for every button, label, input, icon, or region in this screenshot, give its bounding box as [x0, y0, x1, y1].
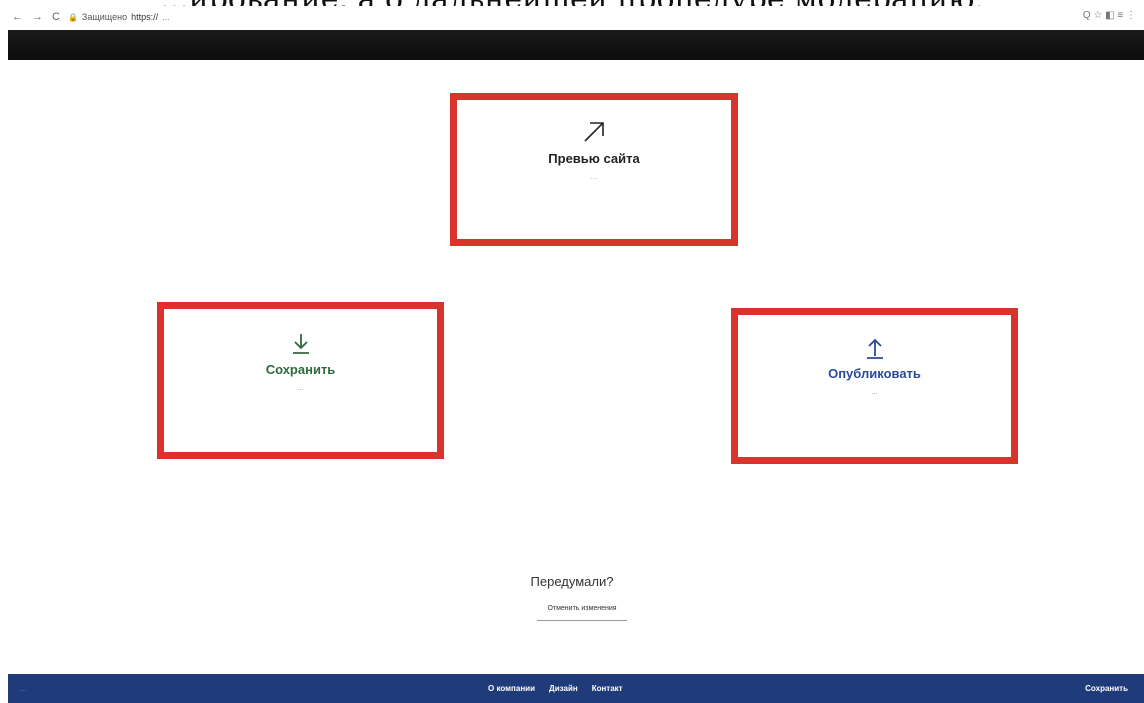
save-card[interactable]: Сохранить ...	[157, 302, 444, 459]
highlight-frame	[731, 308, 1018, 464]
site-header-bar	[8, 30, 1144, 60]
footer-save-button[interactable]: Сохранить	[1085, 684, 1128, 693]
back-icon[interactable]: ←	[12, 11, 23, 23]
url-host: https://	[131, 12, 159, 22]
forward-icon[interactable]: →	[32, 11, 43, 23]
footer-left-text: ...	[20, 684, 27, 693]
url-path: ...	[162, 12, 170, 22]
lock-icon: 🔒	[67, 12, 78, 22]
preview-card[interactable]: Превью сайта ...	[450, 93, 738, 246]
cancel-changes-button[interactable]: Отменить изменения	[537, 601, 627, 621]
browser-tools[interactable]: Q ☆ ◧ ≡ ⋮	[1083, 10, 1136, 21]
rethink-question: Передумали?	[530, 574, 614, 589]
footer-link-about[interactable]: О компании	[488, 684, 535, 693]
browser-toolbar: ← → C 🔒 Защищено https:// ... Q ☆ ◧ ≡ ⋮	[0, 6, 1144, 28]
reload-icon[interactable]: C	[52, 11, 60, 23]
footer-nav: О компании Дизайн Контакт	[488, 684, 623, 693]
footer-link-design[interactable]: Дизайн	[549, 684, 578, 693]
highlight-frame	[450, 93, 738, 246]
publish-card[interactable]: Опубликовать ...	[731, 308, 1018, 464]
address-bar[interactable]: 🔒 Защищено https:// ...	[68, 12, 170, 22]
footer-link-contact[interactable]: Контакт	[592, 684, 623, 693]
lock-label: Защищено	[81, 12, 128, 22]
footer-bar: ... О компании Дизайн Контакт Сохранить	[8, 674, 1144, 703]
highlight-frame	[157, 302, 444, 459]
browser-nav: ← → C	[12, 11, 60, 23]
